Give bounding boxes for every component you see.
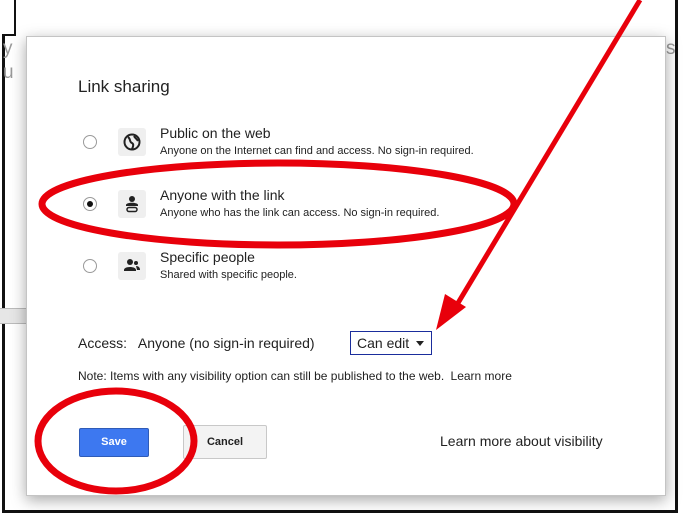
access-level-dropdown[interactable]: Can edit xyxy=(350,331,433,355)
radio-public-on-web[interactable] xyxy=(83,135,97,149)
access-row: Access: Anyone (no sign-in required) xyxy=(78,335,315,351)
background-panel xyxy=(2,0,16,36)
chevron-down-icon xyxy=(416,341,425,346)
option-title: Anyone with the link xyxy=(160,187,285,203)
dialog-title: Link sharing xyxy=(78,77,170,96)
access-value: Anyone (no sign-in required) xyxy=(137,335,315,351)
option-description: Anyone who has the link can access. No s… xyxy=(160,207,440,219)
globe-icon xyxy=(118,128,146,156)
radio-anyone-with-link[interactable] xyxy=(83,197,97,211)
access-level-selected: Can edit xyxy=(357,335,410,351)
option-specific-people[interactable]: Specific people Shared with specific peo… xyxy=(27,247,627,293)
option-title: Specific people xyxy=(160,249,255,265)
radio-specific-people[interactable] xyxy=(83,259,97,273)
access-label: Access: xyxy=(78,335,128,351)
people-icon xyxy=(118,252,146,280)
option-title: Public on the web xyxy=(160,125,271,141)
background-text-fragment: u xyxy=(3,62,14,83)
option-description: Anyone on the Internet can find and acce… xyxy=(160,145,474,157)
note-text: Note: Items with any visibility option c… xyxy=(78,369,445,383)
link-person-icon xyxy=(118,190,146,218)
save-button[interactable]: Save xyxy=(79,428,149,457)
option-public-on-web[interactable]: Public on the web Anyone on the Internet… xyxy=(27,123,627,169)
option-anyone-with-link[interactable]: Anyone with the link Anyone who has the … xyxy=(27,185,627,231)
background-text-fragment: y xyxy=(3,38,13,59)
learn-more-link[interactable]: Learn more xyxy=(451,369,512,383)
visibility-note: Note: Items with any visibility option c… xyxy=(78,369,512,383)
cancel-button[interactable]: Cancel xyxy=(183,425,267,459)
option-description: Shared with specific people. xyxy=(160,269,297,281)
learn-more-visibility-link[interactable]: Learn more about visibility xyxy=(440,433,603,449)
background-text-fragment: s xyxy=(666,38,676,59)
link-sharing-dialog: Link sharing Public on the web Anyone on… xyxy=(26,36,666,496)
